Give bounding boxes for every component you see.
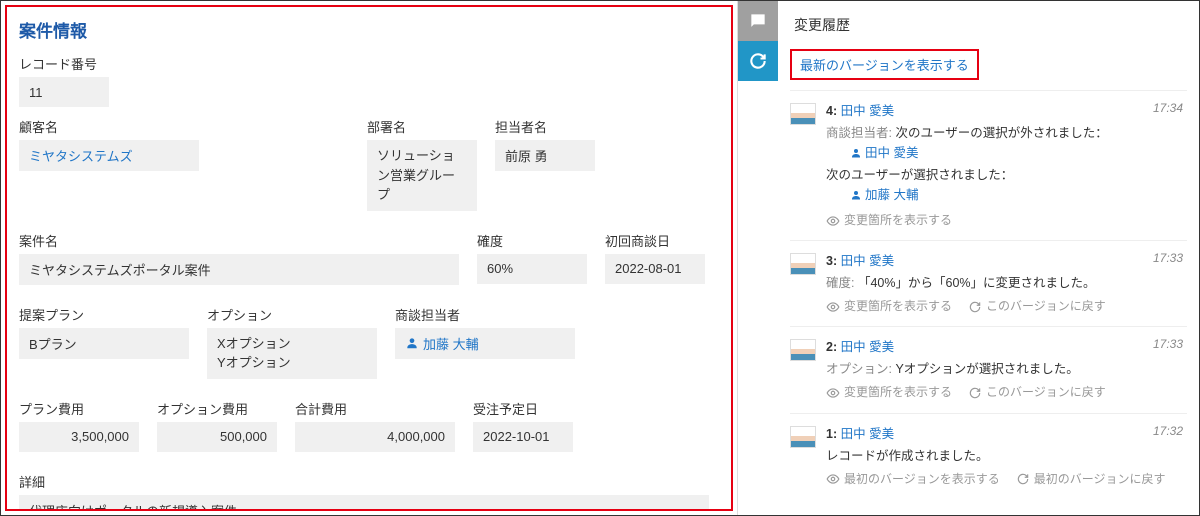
option-value-2: Yオプション — [217, 353, 291, 373]
history-user-link[interactable]: 田中 愛美 — [841, 104, 894, 118]
show-first-action[interactable]: 最初のバージョンを表示する — [826, 470, 1000, 489]
plan-cost-value: 3,500,000 — [19, 422, 139, 452]
option-value: Xオプション Yオプション — [207, 328, 377, 379]
eye-icon — [826, 472, 840, 486]
person-icon — [850, 147, 862, 159]
first-date-label: 初回商談日 — [605, 231, 705, 250]
history-panel: 変更履歴 最新のバージョンを表示する 4: 田中 愛美 商談担当者: 次のユーザ… — [737, 1, 1199, 515]
plan-label: 提案プラン — [19, 305, 189, 324]
avatar — [790, 426, 816, 448]
first-date-value: 2022-08-01 — [605, 254, 705, 284]
history-item: 4: 田中 愛美 商談担当者: 次のユーザーの選択が外されました： 田中 愛美 … — [790, 90, 1187, 240]
history-user-link[interactable]: 田中 愛美 — [841, 254, 894, 268]
history-item: 2: 田中 愛美 オプション: Yオプションが選択されました。 変更箇所を表示す… — [790, 326, 1187, 412]
eye-icon — [826, 214, 840, 228]
history-user-link[interactable]: 田中 愛美 — [841, 427, 894, 441]
show-changes-action[interactable]: 変更箇所を表示する — [826, 383, 952, 402]
history-time: 17:32 — [1153, 424, 1183, 438]
option-label: オプション — [207, 305, 377, 324]
refresh-icon — [748, 51, 768, 71]
history-title: 変更履歴 — [794, 15, 1187, 35]
revert-icon — [968, 386, 982, 400]
deal-name-value: ミヤタシステムズポータル案件 — [19, 254, 459, 285]
history-item: 3: 田中 愛美 確度: 「40%」から「60%」に変更されました。 変更箇所を… — [790, 240, 1187, 326]
history-time: 17:33 — [1153, 251, 1183, 265]
revert-action[interactable]: このバージョンに戻す — [968, 383, 1106, 402]
revert-action[interactable]: このバージョンに戻す — [968, 297, 1106, 316]
order-date-label: 受注予定日 — [473, 399, 573, 418]
case-info-panel: 案件情報 レコード番号 11 顧客名 ミヤタシステムズ 部署名 ソリューション営… — [5, 5, 733, 511]
avatar — [790, 103, 816, 125]
avatar — [790, 253, 816, 275]
removed-user-chip[interactable]: 田中 愛美 — [850, 143, 918, 163]
section-title: 案件情報 — [19, 17, 719, 42]
record-no-label: レコード番号 — [19, 54, 719, 73]
probability-label: 確度 — [477, 231, 587, 250]
option-cost-label: オプション費用 — [157, 399, 277, 418]
revert-first-action[interactable]: 最初のバージョンに戻す — [1016, 470, 1166, 489]
department-label: 部署名 — [367, 117, 477, 136]
comment-icon — [748, 11, 768, 31]
plan-cost-label: プラン費用 — [19, 399, 139, 418]
show-changes-action[interactable]: 変更箇所を表示する — [826, 297, 952, 316]
option-cost-value: 500,000 — [157, 422, 277, 452]
revert-icon — [968, 300, 982, 314]
latest-version-link-box: 最新のバージョンを表示する — [790, 49, 979, 80]
person-icon — [405, 336, 419, 350]
total-cost-label: 合計費用 — [295, 399, 455, 418]
customer-label: 顧客名 — [19, 117, 199, 136]
eye-icon — [826, 386, 840, 400]
sales-rep-label: 商談担当者 — [395, 305, 575, 324]
icon-column — [738, 1, 778, 515]
probability-value: 60% — [477, 254, 587, 284]
history-user-link[interactable]: 田中 愛美 — [841, 340, 894, 354]
history-tab-button[interactable] — [738, 41, 778, 81]
history-column: 変更履歴 最新のバージョンを表示する 4: 田中 愛美 商談担当者: 次のユーザ… — [778, 1, 1199, 515]
contact-value: 前原 勇 — [495, 140, 595, 171]
record-no-value: 11 — [19, 77, 109, 107]
contact-label: 担当者名 — [495, 117, 595, 136]
deal-name-label: 案件名 — [19, 231, 459, 250]
comment-tab-button[interactable] — [738, 1, 778, 41]
plan-value: Bプラン — [19, 328, 189, 359]
option-value-1: Xオプション — [217, 334, 291, 354]
sales-rep-value: 加藤 大輔 — [395, 328, 575, 359]
eye-icon — [826, 300, 840, 314]
department-value: ソリューション営業グループ — [367, 140, 477, 211]
avatar — [790, 339, 816, 361]
detail-value: 代理店向けポータルの新規導入案件。 — [19, 495, 709, 512]
show-changes-action[interactable]: 変更箇所を表示する — [826, 211, 952, 230]
order-date-value: 2022-10-01 — [473, 422, 573, 452]
added-user-chip[interactable]: 加藤 大輔 — [850, 185, 918, 205]
total-cost-value: 4,000,000 — [295, 422, 455, 452]
latest-version-link[interactable]: 最新のバージョンを表示する — [800, 58, 969, 73]
customer-value[interactable]: ミヤタシステムズ — [19, 140, 199, 171]
history-item: 1: 田中 愛美 レコードが作成されました。 最初のバージョンを表示する 最初の… — [790, 413, 1187, 499]
sales-rep-user-chip[interactable]: 加藤 大輔 — [405, 334, 479, 353]
detail-label: 詳細 — [19, 472, 719, 491]
history-time: 17:34 — [1153, 101, 1183, 115]
history-time: 17:33 — [1153, 337, 1183, 351]
person-icon — [850, 189, 862, 201]
revert-icon — [1016, 472, 1030, 486]
